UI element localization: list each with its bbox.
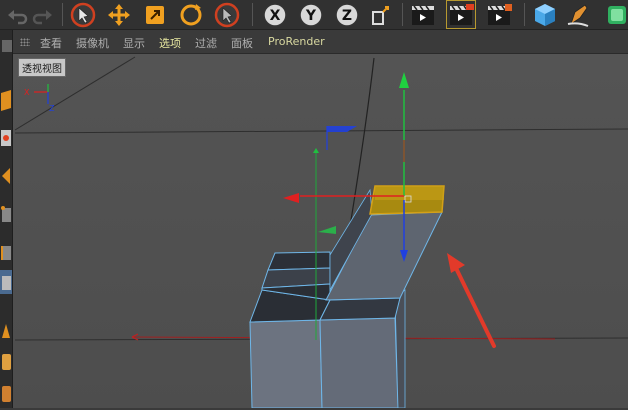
- menu-display[interactable]: 显示: [123, 35, 145, 51]
- y-axis-handle: [399, 72, 409, 88]
- grid-horizon-line: [14, 128, 628, 134]
- menu-options[interactable]: 选项: [159, 35, 181, 51]
- model-mode-icon[interactable]: [0, 88, 12, 112]
- render-view-icon[interactable]: [408, 0, 438, 29]
- mesh-object: [249, 185, 445, 408]
- x-axis-handle: [283, 193, 299, 203]
- left-toolbar: [0, 30, 13, 408]
- svg-text:Z: Z: [342, 8, 352, 24]
- move-icon[interactable]: [104, 0, 134, 29]
- viewport-scene[interactable]: X Z: [13, 54, 628, 408]
- render-to-picture-viewer-icon[interactable]: [446, 0, 476, 29]
- annotation-arrow: [447, 253, 496, 348]
- cube-icon[interactable]: [530, 0, 560, 29]
- menu-filter[interactable]: 过滤: [195, 35, 217, 51]
- points-mode-icon[interactable]: [0, 202, 12, 226]
- scale-icon[interactable]: [140, 0, 170, 29]
- drag-grip-icon[interactable]: [20, 38, 30, 46]
- perspective-viewport[interactable]: X Z 透视视图: [13, 54, 628, 408]
- pen-icon[interactable]: [564, 0, 594, 29]
- menu-view[interactable]: 查看: [40, 35, 62, 51]
- render-settings-icon[interactable]: [484, 0, 514, 29]
- snap-icon[interactable]: [0, 382, 12, 406]
- axis-mode-icon[interactable]: [0, 164, 12, 188]
- menu-camera[interactable]: 摄像机: [76, 35, 109, 51]
- tweak-mode-icon[interactable]: [0, 350, 12, 374]
- view-axis-gizmo: X Z: [24, 84, 55, 113]
- menu-prorender[interactable]: ProRender: [268, 35, 325, 48]
- enable-axis-icon[interactable]: [0, 318, 12, 342]
- y-axis-lock-icon[interactable]: Y: [296, 0, 326, 29]
- svg-text:X: X: [270, 8, 281, 24]
- subdivision-icon[interactable]: [600, 0, 628, 29]
- x-axis-lock-icon[interactable]: X: [260, 0, 290, 29]
- menu-panel[interactable]: 面板: [231, 35, 253, 51]
- view-label: 透视视图: [18, 58, 66, 77]
- texture-mode-icon[interactable]: [0, 126, 12, 150]
- view-axis-x-label: X: [24, 88, 30, 97]
- make-editable-icon[interactable]: [0, 36, 12, 60]
- view-axis-z-label: Z: [49, 104, 55, 113]
- coordinate-system-icon[interactable]: [366, 0, 396, 29]
- svg-text:Y: Y: [305, 8, 317, 24]
- polygons-mode-icon[interactable]: [0, 270, 12, 294]
- rotate-icon[interactable]: [176, 0, 206, 29]
- redo-icon[interactable]: [28, 0, 58, 29]
- main-toolbar: X Y Z: [0, 0, 628, 30]
- z-axis-lock-icon[interactable]: Z: [332, 0, 362, 29]
- viewport-menubar: 查看 摄像机 显示 选项 过滤 面板 ProRender: [13, 30, 628, 54]
- recent-tool-icon[interactable]: [212, 0, 242, 29]
- live-selection-icon[interactable]: [68, 0, 98, 29]
- edges-mode-icon[interactable]: [0, 240, 12, 264]
